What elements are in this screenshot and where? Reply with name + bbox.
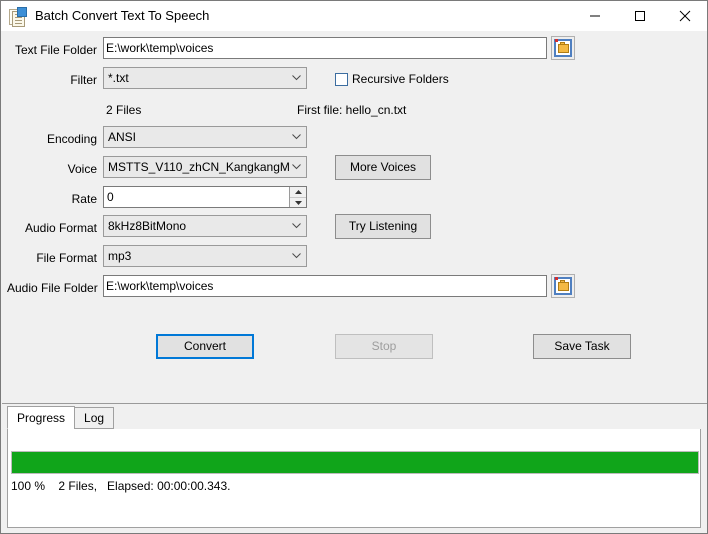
application-window: Batch Convert Text To Speech Text File F… <box>0 0 708 534</box>
recursive-folders-checkbox[interactable]: Recursive Folders <box>335 72 449 86</box>
save-task-label: Save Task <box>554 339 610 353</box>
chevron-down-icon <box>292 223 301 229</box>
form-panel: Text File Folder E:\work\temp\voices Fil… <box>2 31 706 403</box>
checkbox-box <box>335 72 348 86</box>
rate-label: Rate <box>71 192 97 206</box>
minimize-icon[interactable] <box>572 1 617 31</box>
tab-log-label: Log <box>84 411 105 425</box>
filter-value: *.txt <box>108 71 129 85</box>
audio-format-value: 8kHz8BitMono <box>108 219 187 233</box>
audio-format-combobox[interactable]: 8kHz8BitMono <box>103 215 307 237</box>
text-file-folder-browse-button[interactable] <box>551 36 575 60</box>
encoding-combobox[interactable]: ANSI <box>103 126 307 148</box>
file-format-label: File Format <box>36 251 97 265</box>
progress-bar <box>11 451 699 474</box>
text-file-folder-label: Text File Folder <box>14 43 97 57</box>
progress-status-text: 100 % 2 Files, Elapsed: 00:00:00.343. <box>11 479 231 493</box>
try-listening-button[interactable]: Try Listening <box>335 214 431 239</box>
close-icon[interactable] <box>662 1 707 31</box>
spinner-up-icon[interactable] <box>290 187 306 197</box>
file-format-combobox[interactable]: mp3 <box>103 245 307 267</box>
audio-file-folder-input[interactable]: E:\work\temp\voices <box>103 275 547 297</box>
first-file-text: First file: hello_cn.txt <box>297 103 407 117</box>
audio-file-folder-browse-button[interactable] <box>551 274 575 298</box>
filter-label: Filter <box>70 73 97 87</box>
voice-combobox[interactable]: MSTTS_V110_zhCN_KangkangM <box>103 156 307 178</box>
window-title: Batch Convert Text To Speech <box>35 8 210 23</box>
rate-spinner-buttons[interactable] <box>289 187 306 207</box>
filter-combobox[interactable]: *.txt <box>103 67 307 89</box>
voice-value: MSTTS_V110_zhCN_KangkangM <box>108 160 290 174</box>
encoding-value: ANSI <box>108 130 137 144</box>
save-task-button[interactable]: Save Task <box>533 334 631 359</box>
convert-label: Convert <box>183 339 227 353</box>
spinner-down-icon[interactable] <box>290 197 306 208</box>
more-voices-button[interactable]: More Voices <box>335 155 431 180</box>
tab-log[interactable]: Log <box>74 407 115 429</box>
encoding-label: Encoding <box>46 132 97 146</box>
voice-label: Voice <box>67 162 97 176</box>
stop-label: Stop <box>371 339 397 353</box>
chevron-down-icon <box>292 164 301 170</box>
chevron-down-icon <box>292 253 301 259</box>
audio-format-label: Audio Format <box>24 221 97 235</box>
progress-tab-page: 100 % 2 Files, Elapsed: 00:00:00.343. <box>7 429 701 528</box>
tab-progress[interactable]: Progress <box>7 406 76 429</box>
rate-stepper[interactable]: 0 <box>103 186 307 208</box>
text-file-folder-input[interactable]: E:\work\temp\voices <box>103 37 547 59</box>
chevron-down-icon <box>292 134 301 140</box>
progress-bar-fill <box>12 452 698 473</box>
file-count-text: 2 Files <box>106 103 142 117</box>
window-controls <box>572 1 707 31</box>
convert-button[interactable]: Convert <box>156 334 254 359</box>
tab-strip: Progress Log <box>7 406 115 429</box>
title-bar: Batch Convert Text To Speech <box>1 1 707 31</box>
stop-button: Stop <box>335 334 433 359</box>
recursive-folders-label: Recursive Folders <box>352 72 449 86</box>
file-format-value: mp3 <box>108 249 132 263</box>
more-voices-label: More Voices <box>349 160 417 174</box>
rate-value: 0 <box>107 190 114 204</box>
try-listening-label: Try Listening <box>348 219 418 233</box>
audio-file-folder-label: Audio File Folder <box>7 281 98 295</box>
documents-icon <box>8 6 28 27</box>
maximize-icon[interactable] <box>617 1 662 31</box>
tab-progress-label: Progress <box>17 411 66 425</box>
chevron-down-icon <box>292 75 301 81</box>
